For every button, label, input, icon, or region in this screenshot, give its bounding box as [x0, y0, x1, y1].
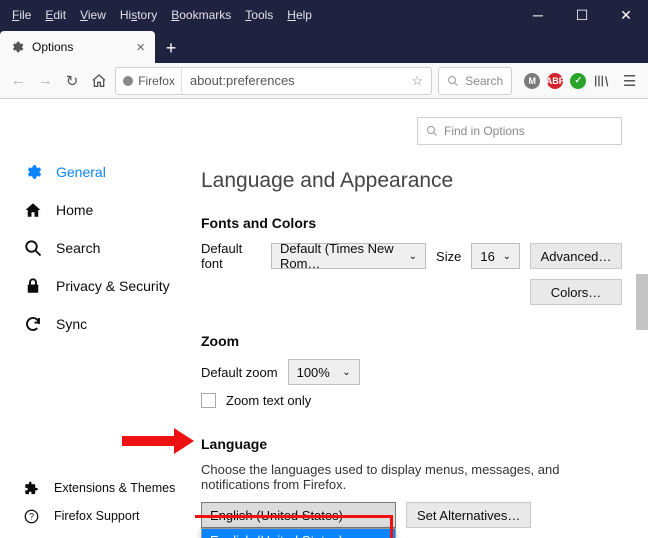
search-icon	[447, 75, 459, 87]
sidebar-item-extensions[interactable]: Extensions & Themes	[24, 474, 175, 502]
window-close-button[interactable]: ✕	[604, 0, 648, 30]
section-heading: Language and Appearance	[201, 169, 622, 193]
tab-options[interactable]: Options ×	[0, 31, 155, 63]
puzzle-icon	[24, 481, 44, 496]
menu-file[interactable]: File	[6, 4, 37, 26]
lock-icon	[24, 277, 44, 295]
menu-history[interactable]: History	[114, 4, 163, 26]
language-description: Choose the languages used to display men…	[201, 462, 622, 492]
bookmark-star-icon[interactable]: ☆	[404, 73, 432, 89]
language-dropdown: English (United States) Romanian Search …	[201, 528, 396, 538]
default-font-select[interactable]: Default (Times New Rom…⌄	[271, 243, 426, 269]
chevron-down-icon: ⌄	[379, 510, 387, 521]
size-label: Size	[436, 249, 461, 264]
gear-icon	[10, 40, 24, 54]
language-option[interactable]: English (United States)	[202, 529, 395, 538]
preferences-content: Find in Options Language and Appearance …	[195, 99, 648, 538]
search-bar[interactable]: Search	[438, 67, 512, 95]
extension-badge-abp[interactable]: ABP	[547, 73, 563, 89]
advanced-fonts-button[interactable]: Advanced…	[530, 243, 622, 269]
sidebar-item-privacy[interactable]: Privacy & Security	[24, 267, 195, 305]
colors-button[interactable]: Colors…	[530, 279, 622, 305]
sidebar-item-search[interactable]: Search	[24, 229, 195, 267]
sync-icon	[24, 315, 44, 333]
app-menu-button[interactable]: ☰	[619, 67, 640, 95]
menu-edit[interactable]: Edit	[39, 4, 72, 26]
url-text: about:preferences	[182, 73, 404, 88]
sidebar-label: Sync	[56, 316, 87, 332]
language-heading: Language	[201, 436, 622, 452]
home-icon	[24, 201, 44, 219]
nav-toolbar: ← → ↻ Firefox about:preferences ☆ Search…	[0, 63, 648, 99]
sidebar-item-support[interactable]: ? Firefox Support	[24, 502, 175, 530]
search-icon	[24, 239, 44, 257]
sidebar-label: General	[56, 164, 106, 180]
extension-badge-m[interactable]: M	[524, 73, 540, 89]
identity-label: Firefox	[138, 74, 175, 88]
forward-button[interactable]: →	[35, 67, 56, 95]
sidebar-label: Search	[56, 240, 100, 256]
extension-badge-check[interactable]: ✓	[570, 73, 586, 89]
find-placeholder: Find in Options	[444, 124, 525, 138]
sidebar-label: Firefox Support	[54, 509, 139, 523]
chevron-down-icon: ⌄	[503, 251, 511, 262]
scrollbar-thumb[interactable]	[636, 274, 648, 330]
tab-close-button[interactable]: ×	[136, 39, 145, 56]
back-button[interactable]: ←	[8, 67, 29, 95]
sidebar-label: Home	[56, 202, 93, 218]
sidebar-item-home[interactable]: Home	[24, 191, 195, 229]
svg-text:?: ?	[29, 511, 34, 521]
fonts-heading: Fonts and Colors	[201, 215, 622, 231]
set-alternatives-button[interactable]: Set Alternatives…	[406, 502, 531, 528]
find-in-options-input[interactable]: Find in Options	[417, 117, 622, 145]
reload-button[interactable]: ↻	[62, 67, 83, 95]
url-bar[interactable]: Firefox about:preferences ☆	[115, 67, 432, 95]
sidebar-label: Extensions & Themes	[54, 481, 175, 495]
tab-label: Options	[32, 40, 73, 54]
sidebar-item-sync[interactable]: Sync	[24, 305, 195, 343]
menu-view[interactable]: View	[74, 4, 112, 26]
preferences-sidebar: General Home Search Privacy & Security S…	[0, 99, 195, 538]
sidebar-label: Privacy & Security	[56, 278, 170, 294]
default-zoom-select[interactable]: 100%⌄	[288, 359, 360, 385]
new-tab-button[interactable]: +	[155, 33, 187, 63]
search-icon	[426, 125, 438, 137]
search-placeholder: Search	[465, 74, 503, 88]
window-minimize-button[interactable]: ─	[516, 0, 560, 30]
default-font-label: Default font	[201, 241, 261, 271]
menu-bar: File Edit View History Bookmarks Tools H…	[0, 0, 648, 30]
zoom-heading: Zoom	[201, 333, 622, 349]
menu-help[interactable]: Help	[281, 4, 318, 26]
default-zoom-label: Default zoom	[201, 365, 278, 380]
firefox-brand-icon	[122, 75, 134, 87]
menu-bookmarks[interactable]: Bookmarks	[165, 4, 237, 26]
menu-tools[interactable]: Tools	[239, 4, 279, 26]
display-language-select[interactable]: English (United States) ⌄	[201, 502, 396, 528]
sidebar-item-general[interactable]: General	[24, 153, 195, 191]
gear-icon	[24, 163, 44, 181]
zoom-text-only-label: Zoom text only	[226, 393, 311, 408]
window-maximize-button[interactable]: ☐	[560, 0, 604, 30]
font-size-select[interactable]: 16⌄	[471, 243, 520, 269]
tab-strip: Options × +	[0, 30, 648, 63]
zoom-text-only-checkbox[interactable]	[201, 393, 216, 408]
chevron-down-icon: ⌄	[409, 251, 417, 262]
library-button[interactable]	[593, 73, 609, 89]
help-icon: ?	[24, 509, 44, 524]
chevron-down-icon: ⌄	[342, 367, 350, 378]
home-button[interactable]	[88, 67, 109, 95]
